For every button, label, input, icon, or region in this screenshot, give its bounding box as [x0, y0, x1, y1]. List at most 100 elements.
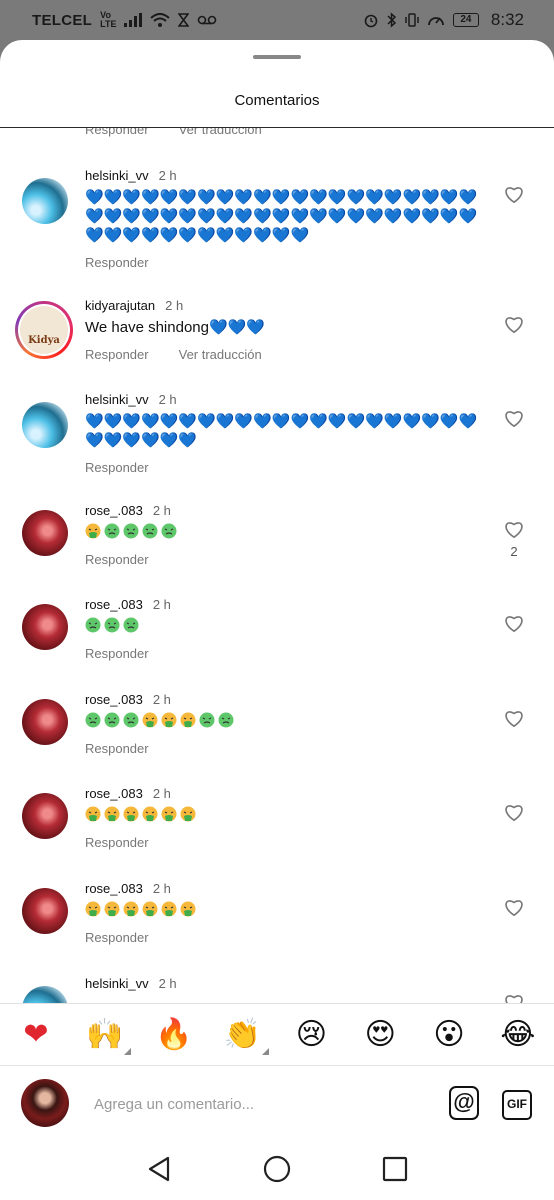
comment-text	[85, 712, 485, 731]
reply-button[interactable]: Responder	[85, 460, 149, 475]
avatar-story-ring[interactable]: Kidya	[15, 301, 73, 359]
system-nav-bar	[0, 1140, 554, 1200]
comment-username[interactable]: helsinki_vv	[85, 976, 149, 991]
avatar[interactable]	[22, 510, 68, 556]
like-button[interactable]	[501, 895, 527, 919]
comment-username[interactable]: helsinki_vv	[85, 168, 149, 183]
comment-list[interactable]: Responder Ver traducción helsinki_vv 2 h…	[0, 128, 554, 1003]
comment-composer: @ GIF	[0, 1065, 554, 1140]
surprised-face-emoji-button[interactable]: 😮	[427, 1013, 471, 1057]
alarm-icon	[364, 14, 378, 28]
reply-button[interactable]: Responder	[85, 646, 149, 661]
comment-text: 💙💙💙💙💙💙💙💙💙💙💙💙💙💙💙💙💙💙💙💙💙💙💙💙💙💙💙💙💙💙💙💙💙💙💙💙💙💙💙💙…	[85, 188, 478, 244]
comment-body: rose_.083 2 h Responder	[85, 597, 485, 661]
comment-body: rose_.083 2 h Responder	[85, 503, 485, 567]
comment-time: 2 h	[152, 881, 171, 896]
vomiting-face-icon	[85, 523, 101, 539]
nauseated-face-icon	[104, 617, 120, 633]
vomiting-face-icon	[104, 806, 120, 822]
vibrate-icon	[405, 13, 419, 27]
like-button[interactable]	[501, 406, 527, 430]
fire-icon: 🔥	[155, 1016, 193, 1052]
vomiting-face-icon	[104, 901, 120, 917]
clapping-hands-icon: 👏	[223, 1016, 262, 1052]
comment-actions: Responder	[85, 646, 485, 661]
reply-button[interactable]: Responder	[85, 255, 149, 270]
clock: 8:32	[490, 10, 524, 29]
volte-bottom: LTE	[100, 19, 117, 29]
reply-button[interactable]: Responder	[85, 930, 149, 945]
avatar[interactable]	[22, 793, 68, 839]
battery-icon: 24	[452, 13, 479, 27]
avatar[interactable]	[22, 604, 68, 650]
reply-button[interactable]: Responder	[85, 347, 149, 362]
variant-indicator	[123, 1047, 131, 1055]
like-button[interactable]	[501, 312, 527, 336]
home-circle-icon[interactable]	[262, 1154, 292, 1184]
comment-body: helsinki_vv 2 h	[85, 976, 485, 991]
red-heart-icon: ❤	[23, 1016, 49, 1052]
fire-emoji-button[interactable]: 🔥	[152, 1013, 196, 1057]
reply-button[interactable]: Responder	[85, 552, 149, 567]
vomiting-face-icon	[85, 806, 101, 822]
avatar[interactable]	[22, 699, 68, 745]
comment-username[interactable]: rose_.083	[85, 881, 143, 896]
avatar[interactable]	[22, 888, 68, 934]
comment-header: helsinki_vv 2 h	[85, 976, 485, 991]
comment-username[interactable]: rose_.083	[85, 786, 143, 801]
comment-username[interactable]: rose_.083	[85, 597, 143, 612]
mention-button[interactable]: @	[449, 1086, 479, 1120]
crying-face-emoji-button[interactable]: 😢	[289, 1013, 333, 1057]
back-triangle-icon[interactable]	[144, 1154, 174, 1184]
nauseated-face-icon	[123, 523, 139, 539]
comment-input[interactable]	[94, 1090, 414, 1118]
red-heart-emoji-button[interactable]: ❤	[14, 1013, 58, 1057]
translate-button[interactable]: Ver traducción	[179, 347, 262, 362]
comment-time: 2 h	[152, 786, 171, 801]
like-button[interactable]	[501, 800, 527, 824]
comment-time: 2 h	[152, 503, 171, 518]
avatar[interactable]	[22, 178, 68, 224]
avatar[interactable]	[22, 402, 68, 448]
comment-username[interactable]: helsinki_vv	[85, 392, 149, 407]
crying-face-icon: 😢	[295, 1016, 328, 1052]
comment-header: rose_.083 2 h	[85, 503, 485, 518]
heart-outline-icon	[505, 317, 523, 334]
comment-actions: Responder	[85, 552, 485, 567]
tears-of-joy-emoji-button[interactable]: 😂	[496, 1013, 540, 1057]
reply-button[interactable]: Responder	[85, 128, 149, 137]
like-button[interactable]	[501, 990, 527, 1003]
like-button[interactable]	[501, 517, 527, 541]
translate-button[interactable]: Ver traducción	[179, 128, 262, 137]
signal-icon	[124, 13, 143, 27]
comment-username[interactable]: kidyarajutan	[85, 298, 155, 313]
vomiting-face-icon	[123, 901, 139, 917]
like-button[interactable]	[501, 611, 527, 635]
clapping-hands-emoji-button[interactable]: 👏	[221, 1013, 269, 1057]
like-button[interactable]	[501, 706, 527, 730]
comment-username[interactable]: rose_.083	[85, 692, 143, 707]
vomiting-face-icon	[123, 806, 139, 822]
avatar: Kidya	[20, 306, 68, 354]
like-button[interactable]	[501, 182, 527, 206]
recents-square-icon[interactable]	[380, 1154, 410, 1184]
status-left: TELCEL Vo LTE	[32, 11, 217, 29]
comment-header: kidyarajutan 2 h	[85, 298, 485, 313]
reply-button[interactable]: Responder	[85, 835, 149, 850]
gif-button[interactable]: GIF	[502, 1090, 532, 1120]
comment-text	[85, 901, 485, 920]
nauseated-face-icon	[104, 523, 120, 539]
avatar[interactable]	[22, 986, 68, 1003]
carrier-name: TELCEL	[32, 11, 93, 29]
comment-text: 💙💙💙💙💙💙💙💙💙💙💙💙💙💙💙💙💙💙💙💙💙💙💙💙💙💙💙	[85, 412, 478, 449]
comment-header: rose_.083 2 h	[85, 786, 485, 801]
nauseated-face-icon	[161, 523, 177, 539]
raising-hands-emoji-button[interactable]: 🙌	[83, 1013, 131, 1057]
comment-username[interactable]: rose_.083	[85, 503, 143, 518]
drag-handle[interactable]	[253, 55, 301, 59]
heart-outline-icon	[505, 187, 523, 204]
comment-header: rose_.083 2 h	[85, 597, 485, 612]
heart-eyes-emoji-button[interactable]: 😍	[358, 1013, 402, 1057]
vomiting-face-icon	[142, 806, 158, 822]
reply-button[interactable]: Responder	[85, 741, 149, 756]
